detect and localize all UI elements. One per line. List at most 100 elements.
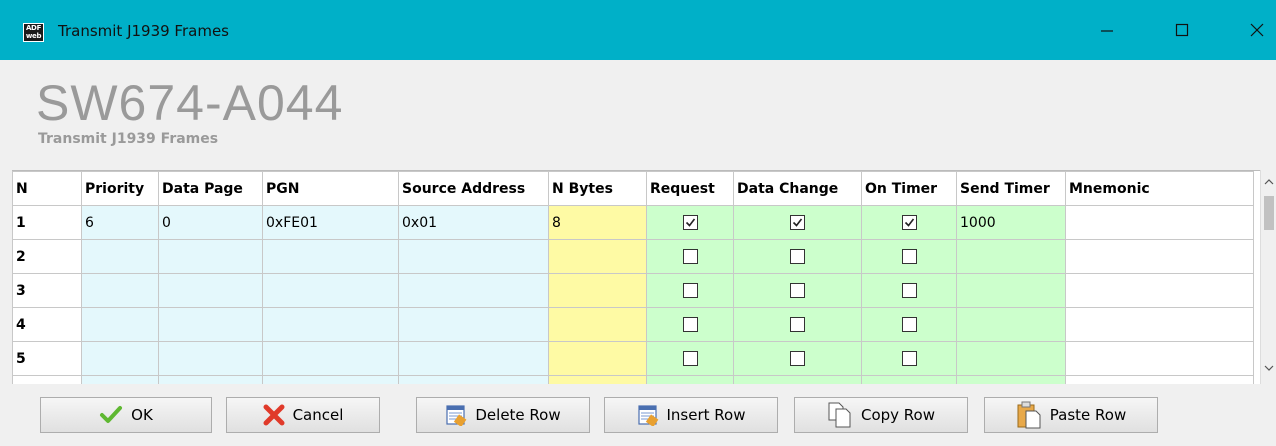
- insert-row-icon: [637, 405, 658, 426]
- data-change-checkbox[interactable]: [790, 215, 805, 230]
- cell-mnemonic[interactable]: [1065, 341, 1254, 376]
- cell-request[interactable]: [646, 205, 734, 240]
- cell-mnemonic[interactable]: [1065, 205, 1254, 240]
- column-header[interactable]: Mnemonic: [1065, 171, 1254, 206]
- minimize-button[interactable]: [1084, 11, 1130, 49]
- cell-source-address[interactable]: 0x01: [398, 205, 549, 240]
- cell-priority[interactable]: [81, 307, 159, 342]
- cell-request[interactable]: [646, 307, 734, 342]
- delete-row-button[interactable]: Delete Row: [416, 397, 590, 433]
- cell-send-timer[interactable]: 1000: [956, 205, 1066, 240]
- cell-priority[interactable]: [81, 239, 159, 274]
- cell-on-timer[interactable]: [861, 239, 957, 274]
- cell-data-change[interactable]: [733, 273, 862, 308]
- cell-send-timer[interactable]: [956, 273, 1066, 308]
- column-header[interactable]: On Timer: [861, 171, 957, 206]
- cancel-button[interactable]: Cancel: [226, 397, 380, 433]
- cell-data-change[interactable]: [733, 205, 862, 240]
- request-checkbox[interactable]: [682, 283, 698, 298]
- title-bar: ADF web Transmit J1939 Frames: [0, 0, 1276, 60]
- column-header[interactable]: N: [12, 171, 82, 206]
- table-row: 1 6 0 0xFE01 0x01 8 1000: [12, 205, 1254, 240]
- cell-data-page[interactable]: [158, 341, 263, 376]
- data-change-checkbox[interactable]: [790, 249, 805, 264]
- cell-send-timer[interactable]: [956, 307, 1066, 342]
- vertical-scrollbar[interactable]: [1260, 170, 1276, 384]
- maximize-icon: [1175, 23, 1189, 37]
- cell-n-bytes[interactable]: [548, 307, 647, 342]
- data-change-checkbox[interactable]: [790, 283, 805, 298]
- on-timer-checkbox[interactable]: [901, 317, 917, 332]
- cell-data-change[interactable]: [733, 341, 862, 376]
- cell-mnemonic[interactable]: [1065, 273, 1254, 308]
- cell-n-bytes[interactable]: 8: [548, 205, 647, 240]
- column-header[interactable]: Send Timer: [956, 171, 1066, 206]
- cell-n: 4: [12, 307, 82, 342]
- on-timer-checkbox[interactable]: [901, 351, 917, 366]
- cell-data-page[interactable]: 0: [158, 205, 263, 240]
- cell-n-bytes[interactable]: [548, 273, 647, 308]
- cell-on-timer[interactable]: [861, 273, 957, 308]
- column-header[interactable]: Priority: [81, 171, 159, 206]
- request-checkbox[interactable]: [682, 249, 698, 264]
- cell-data-change[interactable]: [733, 307, 862, 342]
- column-header[interactable]: Source Address: [398, 171, 549, 206]
- scrollbar-thumb[interactable]: [1264, 196, 1274, 230]
- scroll-down-icon[interactable]: [1261, 360, 1276, 376]
- cell-priority[interactable]: [81, 341, 159, 376]
- copy-icon: [828, 402, 851, 428]
- cell-source-address[interactable]: [398, 239, 549, 274]
- cell-pgn[interactable]: [262, 307, 399, 342]
- app-icon: ADF web: [23, 23, 44, 42]
- cell-data-page[interactable]: [158, 239, 263, 274]
- column-header[interactable]: Data Page: [158, 171, 263, 206]
- cell-on-timer[interactable]: [861, 307, 957, 342]
- cell-send-timer[interactable]: [956, 341, 1066, 376]
- column-header[interactable]: Data Change: [733, 171, 862, 206]
- cell-n: 2: [12, 239, 82, 274]
- cell-pgn[interactable]: [262, 239, 399, 274]
- on-timer-checkbox[interactable]: [901, 249, 917, 264]
- cell-source-address[interactable]: [398, 273, 549, 308]
- maximize-button[interactable]: [1159, 11, 1205, 49]
- cell-mnemonic[interactable]: [1065, 307, 1254, 342]
- request-checkbox[interactable]: [682, 215, 698, 230]
- insert-row-button[interactable]: Insert Row: [604, 397, 778, 433]
- scroll-up-icon[interactable]: [1261, 174, 1276, 190]
- cell-n-bytes[interactable]: [548, 239, 647, 274]
- on-timer-checkbox[interactable]: [901, 215, 917, 230]
- cell-mnemonic[interactable]: [1065, 239, 1254, 274]
- close-button[interactable]: [1234, 11, 1276, 49]
- cell-send-timer[interactable]: [956, 239, 1066, 274]
- column-header[interactable]: Request: [646, 171, 734, 206]
- paste-row-button[interactable]: Paste Row: [984, 397, 1158, 433]
- cell-priority[interactable]: 6: [81, 205, 159, 240]
- request-checkbox[interactable]: [682, 351, 698, 366]
- cell-source-address[interactable]: [398, 307, 549, 342]
- cell-pgn[interactable]: 0xFE01: [262, 205, 399, 240]
- cell-request[interactable]: [646, 239, 734, 274]
- button-bar: OK Cancel Delete Row Insert Row Copy Row…: [0, 384, 1276, 446]
- cell-n-bytes[interactable]: [548, 341, 647, 376]
- cell-data-page[interactable]: [158, 273, 263, 308]
- request-checkbox[interactable]: [682, 317, 698, 332]
- ok-button[interactable]: OK: [40, 397, 212, 433]
- cell-on-timer[interactable]: [861, 205, 957, 240]
- minimize-icon: [1101, 30, 1113, 32]
- on-timer-checkbox[interactable]: [901, 283, 917, 298]
- paste-row-label: Paste Row: [1049, 406, 1127, 424]
- cell-on-timer[interactable]: [861, 341, 957, 376]
- cell-data-page[interactable]: [158, 307, 263, 342]
- cell-request[interactable]: [646, 273, 734, 308]
- column-header[interactable]: N Bytes: [548, 171, 647, 206]
- cell-request[interactable]: [646, 341, 734, 376]
- cell-pgn[interactable]: [262, 273, 399, 308]
- column-header[interactable]: PGN: [262, 171, 399, 206]
- cell-pgn[interactable]: [262, 341, 399, 376]
- cell-source-address[interactable]: [398, 341, 549, 376]
- copy-row-button[interactable]: Copy Row: [794, 397, 968, 433]
- cell-priority[interactable]: [81, 273, 159, 308]
- data-change-checkbox[interactable]: [790, 351, 805, 366]
- data-change-checkbox[interactable]: [790, 317, 805, 332]
- cell-data-change[interactable]: [733, 239, 862, 274]
